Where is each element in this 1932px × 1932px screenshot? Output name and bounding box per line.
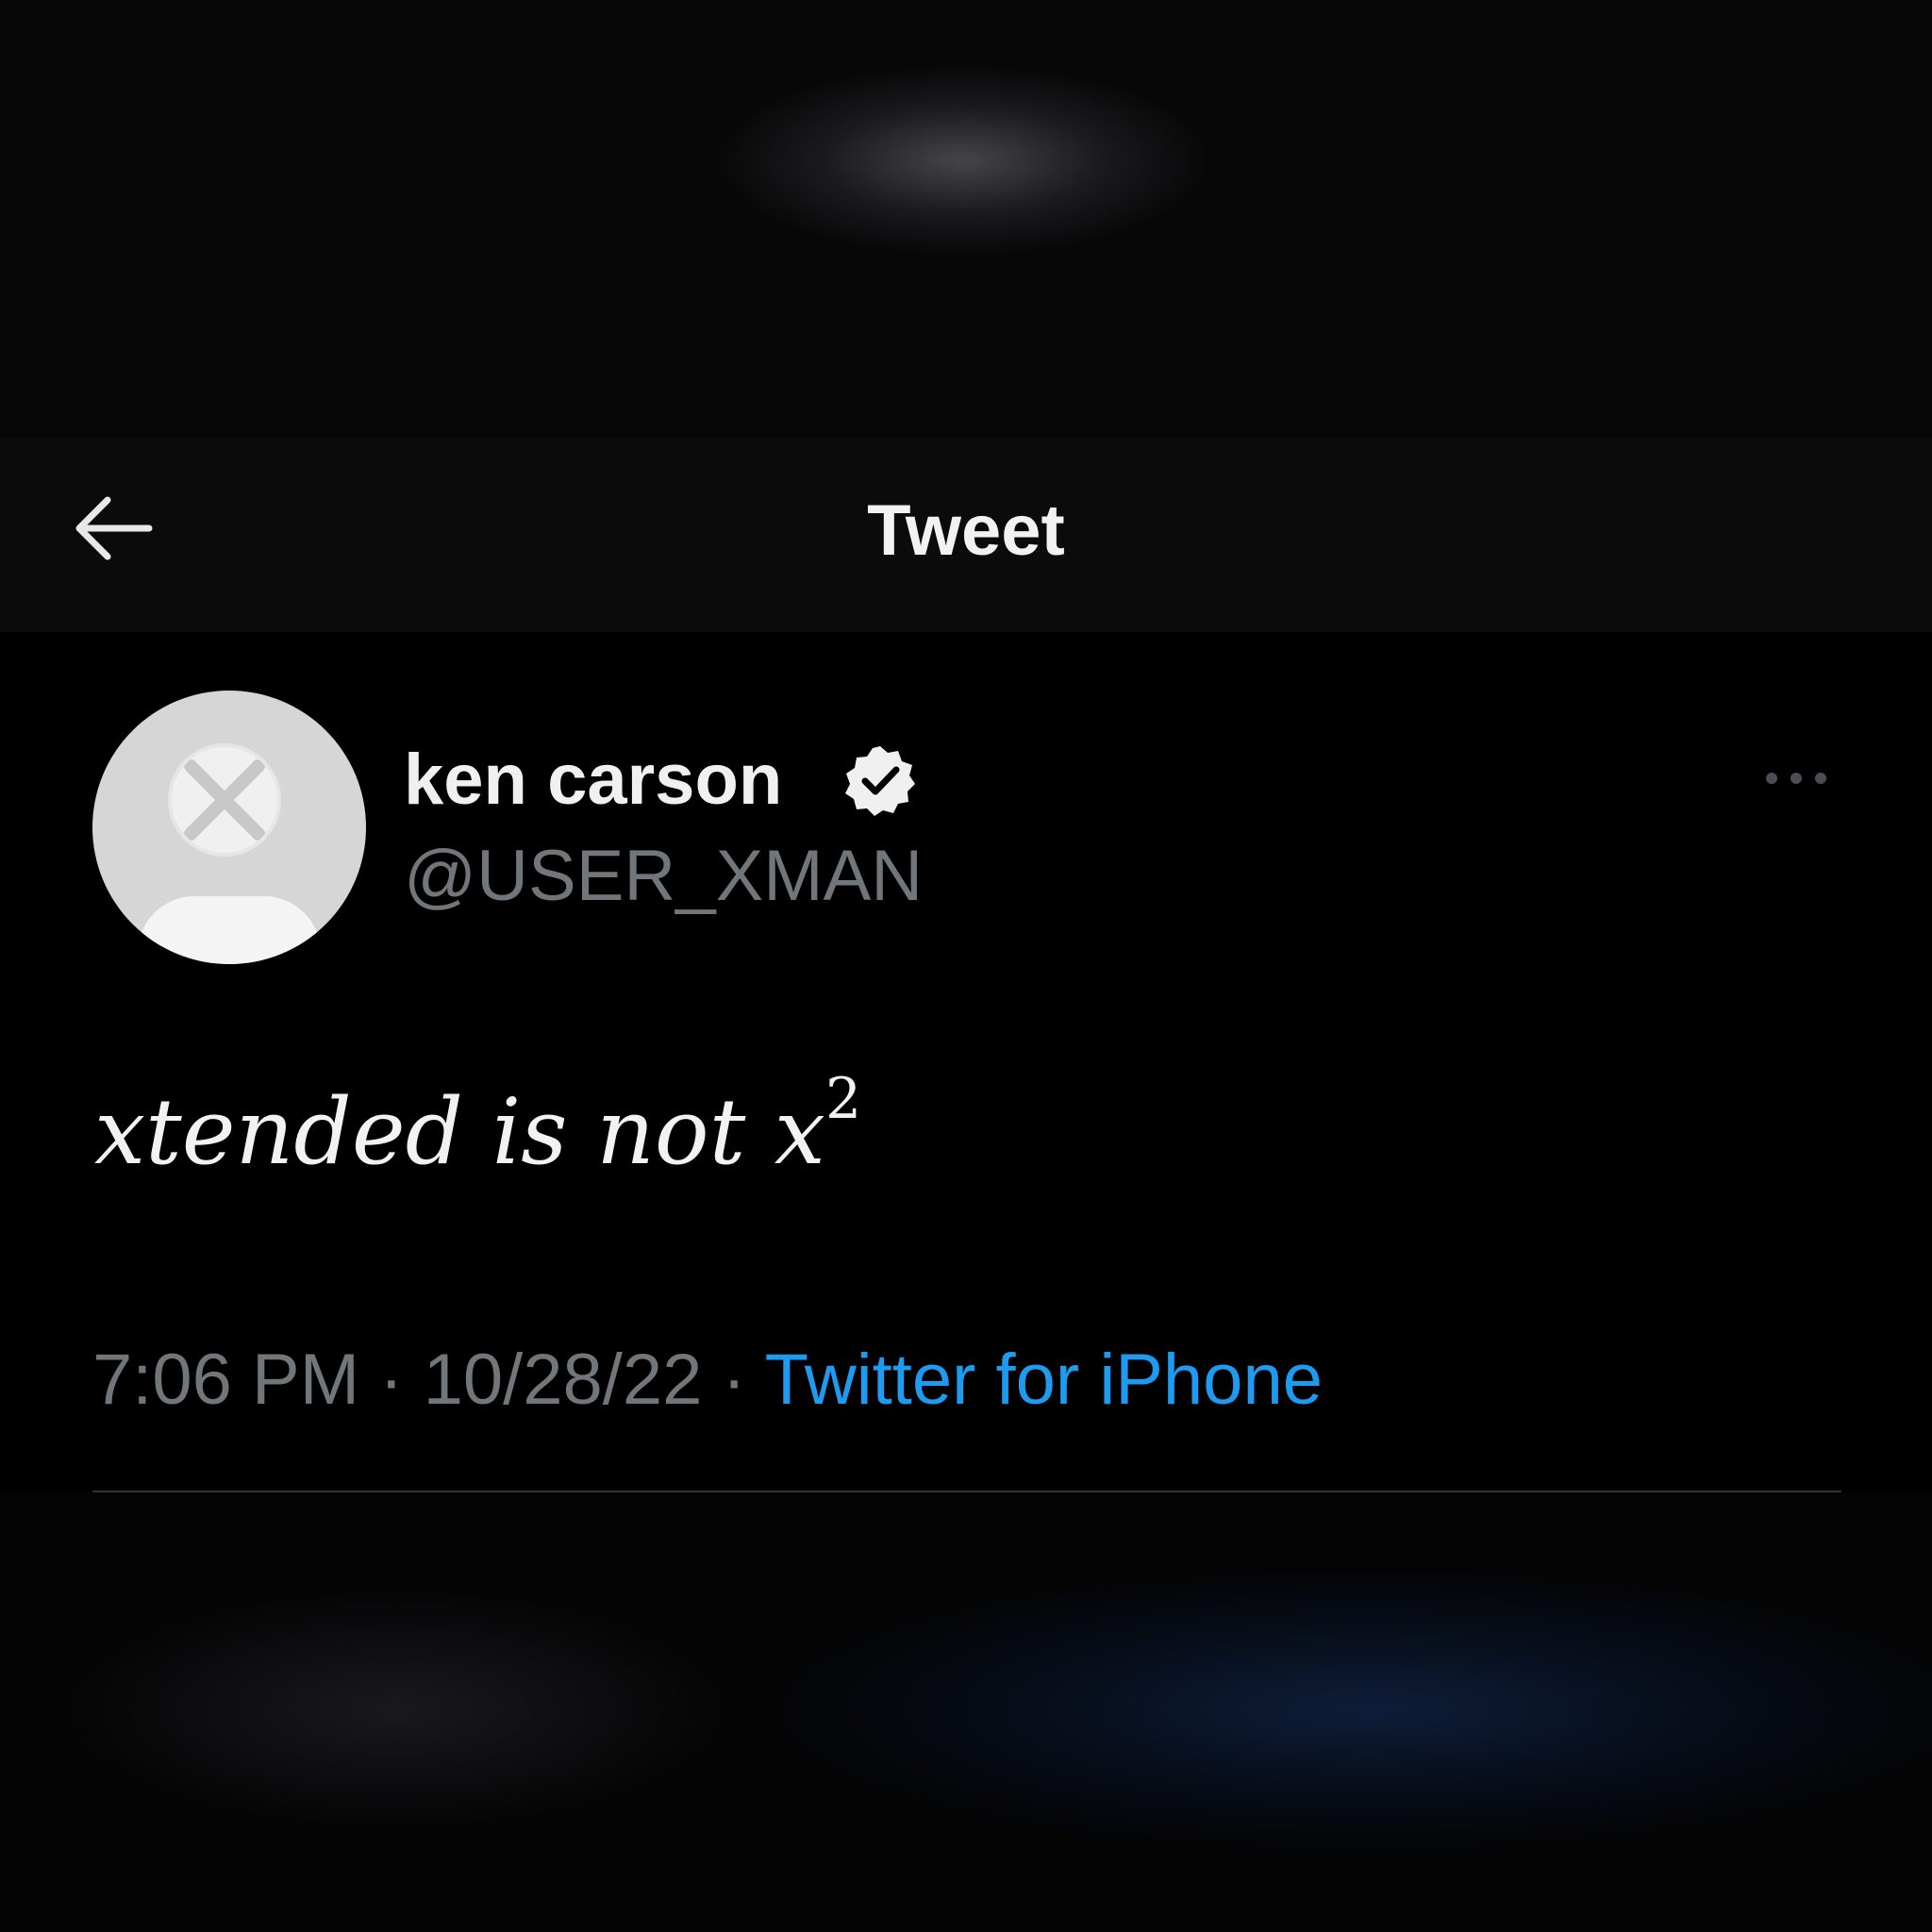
verified-badge-icon (843, 743, 917, 817)
blurred-glow (717, 66, 1208, 255)
tweet-text: xtended is not x2 (94, 1071, 861, 1189)
tweet-text-superscript: 2 (824, 1066, 862, 1132)
tweet-date: 10/28/22 (423, 1340, 703, 1420)
blurred-top-area (0, 0, 1932, 438)
meta-separator: · (359, 1340, 424, 1420)
avatar-shoulders (138, 896, 321, 964)
more-dots-icon[interactable] (1762, 766, 1830, 791)
blurred-shape-left (57, 1587, 736, 1832)
meta-separator: · (702, 1340, 765, 1420)
tweet-source-link[interactable]: Twitter for iPhone (765, 1340, 1323, 1420)
user-handle[interactable]: @USER_XMAN (404, 834, 923, 919)
tweet-text-main: xtended is not x (94, 1079, 825, 1185)
page-title: Tweet (867, 491, 1065, 571)
tweet-time: 7:06 PM (92, 1340, 360, 1420)
avatar[interactable] (92, 691, 366, 964)
blurred-bottom-area (0, 1492, 1932, 1932)
display-name[interactable]: ken carson (404, 738, 782, 823)
blurred-shape-right (774, 1568, 1932, 1851)
avatar-emblem-icon (164, 740, 285, 860)
tweet-metadata: 7:06 PM · 10/28/22 · Twitter for iPhone (92, 1338, 1323, 1423)
